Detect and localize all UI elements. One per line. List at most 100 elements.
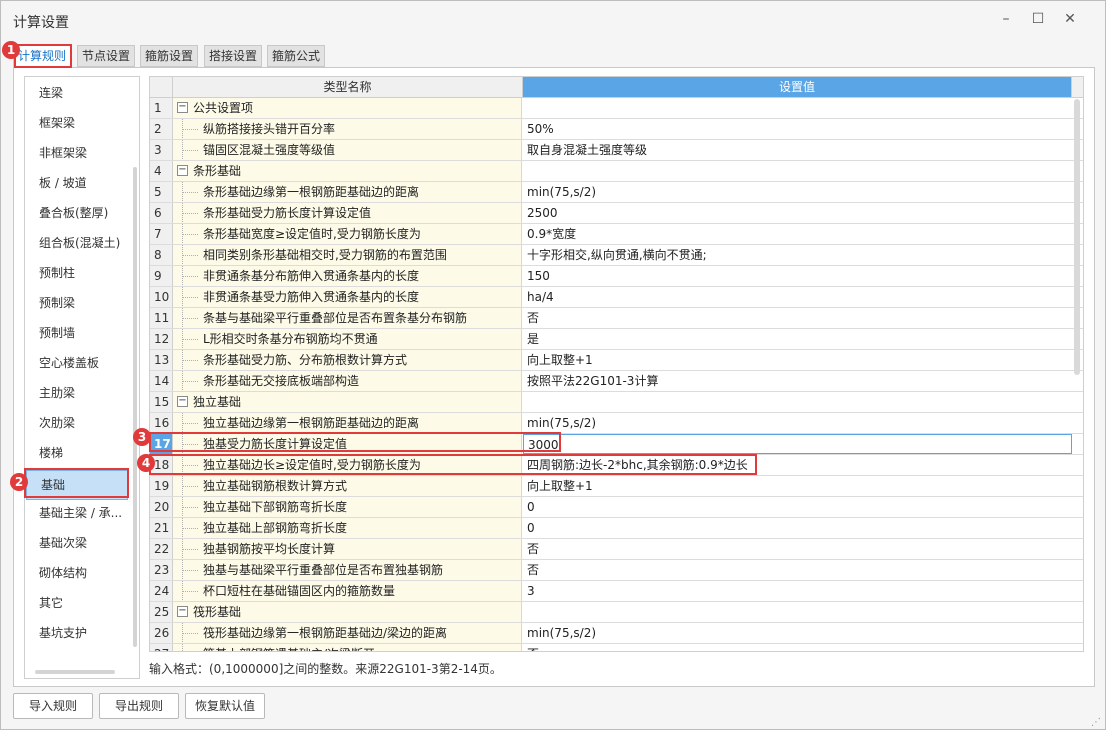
setting-value-cell[interactable]: 0 — [523, 518, 1072, 538]
setting-value-cell[interactable] — [523, 161, 1072, 181]
setting-name-cell[interactable]: − 筏形基础 — [173, 602, 522, 622]
setting-value-cell[interactable]: 3 — [523, 581, 1072, 601]
sidebar-item-main-rib-beam[interactable]: 主肋梁 — [25, 378, 141, 408]
table-row[interactable]: 26 筏形基础边缘第一根钢筋距基础边/梁边的距离 min(75,s/2) — [150, 623, 1083, 644]
table-row[interactable]: 24 杯口短柱在基础锚固区内的箍筋数量 3 — [150, 581, 1083, 602]
setting-name-cell[interactable]: 筏形基础边缘第一根钢筋距基础边/梁边的距离 — [173, 623, 522, 643]
import-rules-button[interactable]: 导入规则 — [13, 693, 93, 719]
sidebar-item-other[interactable]: 其它 — [25, 588, 141, 618]
maximize-icon[interactable]: ☐ — [1027, 9, 1049, 29]
setting-name-cell[interactable]: 相同类别条形基础相交时,受力钢筋的布置范围 — [173, 245, 522, 265]
setting-value-cell[interactable]: 否 — [523, 539, 1072, 559]
column-header-value[interactable]: 设置值 — [523, 77, 1072, 98]
table-row[interactable]: 23 独基与基础梁平行重叠部位是否布置独基钢筋 否 — [150, 560, 1083, 581]
setting-value-cell[interactable]: 向上取整+1 — [523, 350, 1072, 370]
tab-stirrup-formula[interactable]: 箍筋公式 — [267, 45, 325, 67]
setting-value-cell[interactable]: 否 — [523, 560, 1072, 580]
setting-value-cell[interactable]: 3000 — [523, 434, 1072, 454]
setting-name-cell[interactable]: 杯口短柱在基础锚固区内的箍筋数量 — [173, 581, 522, 601]
setting-name-cell[interactable]: 条基与基础梁平行重叠部位是否布置条基分布钢筋 — [173, 308, 522, 328]
setting-name-cell[interactable]: 独立基础下部钢筋弯折长度 — [173, 497, 522, 517]
setting-name-cell[interactable]: − 公共设置项 — [173, 98, 522, 118]
setting-name-cell[interactable]: 纵筋搭接接头错开百分率 — [173, 119, 522, 139]
sidebar-item-composite-slab[interactable]: 叠合板(整厚) — [25, 198, 141, 228]
setting-value-cell[interactable]: 按照平法22G101-3计算 — [523, 371, 1072, 391]
table-row[interactable]: 7 条形基础宽度≥设定值时,受力钢筋长度为 0.9*宽度 — [150, 224, 1083, 245]
sidebar-item-precast-wall[interactable]: 预制墙 — [25, 318, 141, 348]
setting-value-cell[interactable] — [523, 98, 1072, 118]
sidebar-item-foundation-main-beam[interactable]: 基础主梁 / 承... — [25, 498, 141, 528]
setting-value-cell[interactable]: 150 — [523, 266, 1072, 286]
sidebar-item-precast-beam[interactable]: 预制梁 — [25, 288, 141, 318]
setting-name-cell[interactable]: 独立基础上部钢筋弯折长度 — [173, 518, 522, 538]
setting-name-cell[interactable]: 非贯通条基分布筋伸入贯通条基内的长度 — [173, 266, 522, 286]
group-row[interactable]: 15− 独立基础 — [150, 392, 1083, 413]
table-row[interactable]: 6 条形基础受力筋长度计算设定值 2500 — [150, 203, 1083, 224]
resize-grip-icon[interactable]: ⋰ — [1091, 717, 1103, 729]
setting-name-cell[interactable]: 条形基础受力筋、分布筋根数计算方式 — [173, 350, 522, 370]
table-row[interactable]: 10 非贯通条基受力筋伸入贯通条基内的长度 ha/4 — [150, 287, 1083, 308]
setting-name-cell[interactable]: 锚固区混凝土强度等级值 — [173, 140, 522, 160]
sidebar-item-non-frame-beam[interactable]: 非框架梁 — [25, 138, 141, 168]
group-row[interactable]: 4− 条形基础 — [150, 161, 1083, 182]
sidebar-item-masonry[interactable]: 砌体结构 — [25, 558, 141, 588]
sidebar-item-frame-beam[interactable]: 框架梁 — [25, 108, 141, 138]
export-rules-button[interactable]: 导出规则 — [99, 693, 179, 719]
setting-value-cell[interactable]: min(75,s/2) — [523, 182, 1072, 202]
setting-value-cell[interactable]: min(75,s/2) — [523, 413, 1072, 433]
collapse-icon[interactable]: − — [177, 102, 188, 113]
minimize-icon[interactable]: – — [995, 9, 1017, 29]
sidebar-vertical-scrollbar[interactable] — [133, 167, 137, 647]
table-row[interactable]: 13 条形基础受力筋、分布筋根数计算方式 向上取整+1 — [150, 350, 1083, 371]
setting-value-cell[interactable]: 取自身混凝土强度等级 — [523, 140, 1072, 160]
collapse-icon[interactable]: − — [177, 165, 188, 176]
setting-name-cell[interactable]: − 条形基础 — [173, 161, 522, 181]
setting-value-cell[interactable]: 2500 — [523, 203, 1072, 223]
tab-lap-settings[interactable]: 搭接设置 — [204, 45, 262, 67]
setting-name-cell[interactable]: 筏基上部钢筋遇基础主/次梁断开 — [173, 644, 522, 651]
setting-value-cell[interactable]: min(75,s/2) — [523, 623, 1072, 643]
tab-stirrup-settings[interactable]: 箍筋设置 — [140, 45, 198, 67]
table-row[interactable]: 27 筏基上部钢筋遇基础主/次梁断开 否 — [150, 644, 1083, 651]
setting-value-cell[interactable]: 十字形相交,纵向贯通,横向不贯通; — [523, 245, 1072, 265]
close-icon[interactable]: ✕ — [1059, 9, 1081, 29]
sidebar-item-precast-column[interactable]: 预制柱 — [25, 258, 141, 288]
setting-name-cell[interactable]: 条形基础宽度≥设定值时,受力钢筋长度为 — [173, 224, 522, 244]
setting-name-cell[interactable]: 条形基础边缘第一根钢筋距基础边的距离 — [173, 182, 522, 202]
sidebar-item-hollow-floor[interactable]: 空心楼盖板 — [25, 348, 141, 378]
setting-value-cell[interactable]: ha/4 — [523, 287, 1072, 307]
tab-node-settings[interactable]: 节点设置 — [77, 45, 135, 67]
sidebar-item-lianliang[interactable]: 连梁 — [25, 78, 141, 108]
setting-name-cell[interactable]: 条形基础无交接底板端部构造 — [173, 371, 522, 391]
table-row[interactable]: 11 条基与基础梁平行重叠部位是否布置条基分布钢筋 否 — [150, 308, 1083, 329]
setting-name-cell[interactable]: 条形基础受力筋长度计算设定值 — [173, 203, 522, 223]
group-row[interactable]: 1− 公共设置项 — [150, 98, 1083, 119]
setting-value-cell[interactable]: 0 — [523, 497, 1072, 517]
column-header-name[interactable]: 类型名称 — [173, 77, 523, 98]
table-row[interactable]: 5 条形基础边缘第一根钢筋距基础边的距离 min(75,s/2) — [150, 182, 1083, 203]
sidebar-item-secondary-rib-beam[interactable]: 次肋梁 — [25, 408, 141, 438]
table-row[interactable]: 21 独立基础上部钢筋弯折长度 0 — [150, 518, 1083, 539]
group-row[interactable]: 25− 筏形基础 — [150, 602, 1083, 623]
sidebar-item-combined-slab[interactable]: 组合板(混凝土) — [25, 228, 141, 258]
sidebar-item-foundation-secondary-beam[interactable]: 基础次梁 — [25, 528, 141, 558]
setting-value-cell[interactable]: 50% — [523, 119, 1072, 139]
restore-defaults-button[interactable]: 恢复默认值 — [185, 693, 265, 719]
table-row[interactable]: 16 独立基础边缘第一根钢筋距基础边的距离 min(75,s/2) — [150, 413, 1083, 434]
sidebar-item-stairs[interactable]: 楼梯 — [25, 438, 141, 468]
setting-name-cell[interactable]: 独立基础钢筋根数计算方式 — [173, 476, 522, 496]
setting-name-cell[interactable]: 独基与基础梁平行重叠部位是否布置独基钢筋 — [173, 560, 522, 580]
setting-name-cell[interactable]: − 独立基础 — [173, 392, 522, 412]
setting-name-cell[interactable]: 独基钢筋按平均长度计算 — [173, 539, 522, 559]
table-row[interactable]: 22 独基钢筋按平均长度计算 否 — [150, 539, 1083, 560]
table-row[interactable]: 2 纵筋搭接接头错开百分率 50% — [150, 119, 1083, 140]
table-row[interactable]: 14 条形基础无交接底板端部构造 按照平法22G101-3计算 — [150, 371, 1083, 392]
grid-vertical-scrollbar[interactable] — [1074, 99, 1080, 375]
table-row[interactable]: 9 非贯通条基分布筋伸入贯通条基内的长度 150 — [150, 266, 1083, 287]
setting-value-cell[interactable]: 否 — [523, 644, 1072, 651]
setting-value-cell[interactable] — [523, 602, 1072, 622]
table-row[interactable]: 19 独立基础钢筋根数计算方式 向上取整+1 — [150, 476, 1083, 497]
table-row[interactable]: 8 相同类别条形基础相交时,受力钢筋的布置范围 十字形相交,纵向贯通,横向不贯通; — [150, 245, 1083, 266]
setting-value-cell[interactable]: 否 — [523, 308, 1072, 328]
table-row[interactable]: 12 L形相交时条基分布钢筋均不贯通 是 — [150, 329, 1083, 350]
